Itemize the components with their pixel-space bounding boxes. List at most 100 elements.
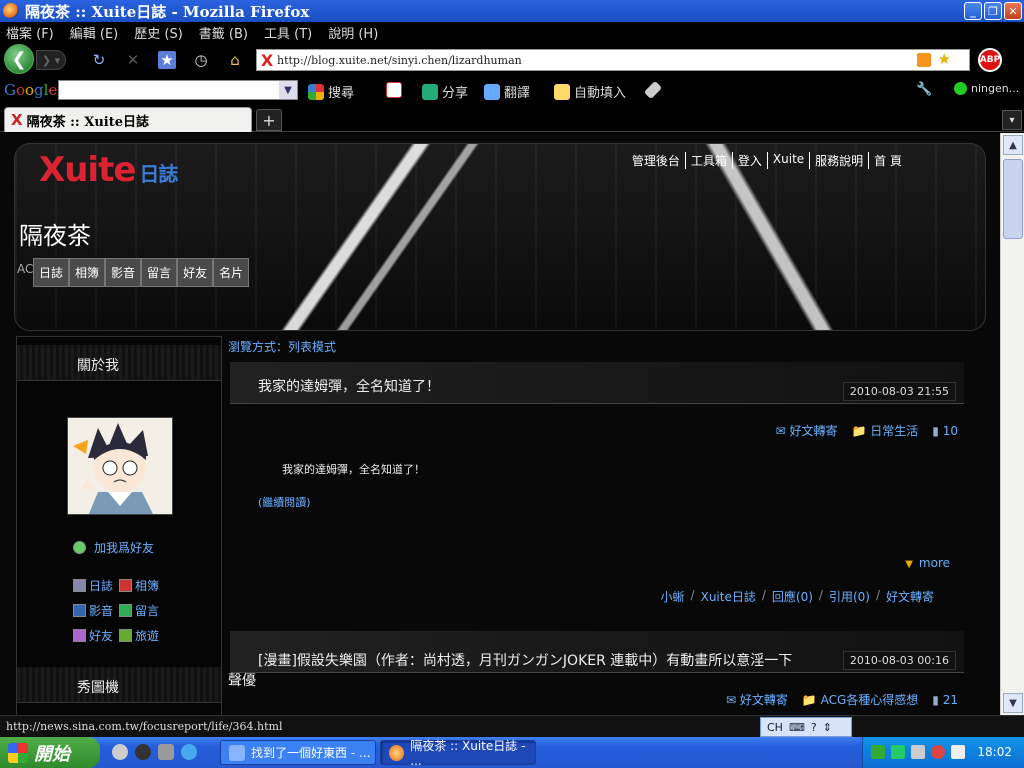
ime-options-icon[interactable]: ⇕: [823, 721, 832, 734]
history-clock-icon[interactable]: ◷: [192, 51, 210, 69]
blog-tab-card[interactable]: 名片: [213, 258, 250, 287]
view-mode-link[interactable]: 瀏覽方式：列表模式: [228, 338, 336, 355]
start-button[interactable]: 開始: [0, 737, 100, 768]
menu-file[interactable]: 檔案 (F): [6, 23, 54, 42]
sidebar-link-album[interactable]: 相簿: [119, 577, 165, 594]
address-bar[interactable]: X ★: [256, 49, 970, 71]
gmail-button[interactable]: [386, 82, 402, 98]
post1-read-more-link[interactable]: (繼續閱讀): [258, 494, 311, 510]
about-heading-bar: 關於我: [17, 345, 221, 381]
google-search-input[interactable]: ▼: [58, 80, 298, 100]
post1-category-link[interactable]: 📁 日常生活: [852, 422, 919, 439]
quicklaunch-utility-icon[interactable]: [158, 744, 174, 760]
media-player-icon[interactable]: [112, 744, 128, 760]
post1-author-link[interactable]: 小蜥: [661, 588, 685, 605]
google-search-button[interactable]: 搜尋: [308, 82, 354, 101]
nav-toolbox[interactable]: 工具箱: [684, 152, 732, 169]
url-input[interactable]: [277, 53, 897, 67]
blog-tab-video[interactable]: 影音: [105, 258, 142, 287]
sidebar-link-travel[interactable]: 旅遊: [119, 627, 165, 644]
blog-title[interactable]: 隔夜茶: [19, 216, 91, 251]
scroll-thumb[interactable]: [1003, 159, 1023, 239]
xuite-logo[interactable]: Xuite 日誌: [39, 150, 178, 190]
minimize-button[interactable]: _: [964, 2, 982, 20]
menu-tools[interactable]: 工具 (T): [264, 23, 312, 42]
post2-title-extra[interactable]: 聲優: [228, 670, 256, 690]
post2-view-count: ▮ 21: [932, 692, 958, 707]
home-icon[interactable]: ⌂: [226, 51, 244, 69]
sidebar-link-friends[interactable]: 好友: [73, 627, 119, 644]
sidebar-link-video[interactable]: 影音: [73, 602, 119, 619]
translate-button[interactable]: 翻譯: [484, 82, 530, 101]
post1-header: 我家的達姆彈，全名知道了！ 2010-08-03 21:55: [230, 362, 964, 404]
menu-edit[interactable]: 編輯 (E): [70, 23, 119, 42]
quicklaunch-app-icon[interactable]: [135, 744, 151, 760]
nav-help[interactable]: 服務說明: [809, 152, 868, 169]
logo-sub: 日誌: [139, 162, 178, 186]
post2-category-link[interactable]: 📁 ACG各種心得感想: [802, 691, 918, 708]
ie-icon[interactable]: [181, 744, 197, 760]
tray-volume-icon[interactable]: [951, 745, 965, 759]
bookmark-star-icon[interactable]: ★: [158, 51, 176, 69]
rss-feed-icon[interactable]: [917, 53, 931, 67]
post1-trackback-link[interactable]: 引用(0): [829, 588, 870, 605]
post1-title[interactable]: 我家的達姆彈，全名知道了！: [258, 376, 440, 396]
post2-title[interactable]: [漫畫]假設失樂園（作者：尚村透，月刊ガンガンJOKER 連載中）有動畫所以意淫…: [258, 650, 838, 670]
language-bar[interactable]: CH ⌨ ? ⇕: [760, 717, 852, 737]
autofill-button[interactable]: 自動填入: [554, 82, 626, 101]
nav-home[interactable]: 首 頁: [868, 152, 907, 169]
task-button-2[interactable]: 隔夜茶 :: Xuite日誌 - ...: [380, 739, 536, 768]
status-bar: http://news.sina.com.tw/focusreport/life…: [0, 715, 1024, 737]
post1-more-link[interactable]: ▼ more: [905, 556, 950, 570]
nav-xuite[interactable]: Xuite: [766, 152, 809, 169]
tray-app-icon[interactable]: [891, 745, 905, 759]
stop-icon[interactable]: ✕: [124, 51, 142, 69]
toolbar-settings-button[interactable]: 🔧: [916, 82, 932, 97]
menu-history[interactable]: 歷史 (S): [134, 23, 183, 42]
new-tab-button[interactable]: +: [256, 109, 282, 131]
close-button[interactable]: ✕: [1004, 2, 1022, 20]
restore-button[interactable]: ❐: [984, 2, 1002, 20]
menu-help[interactable]: 說明 (H): [328, 23, 378, 42]
blog-tab-diary[interactable]: 日誌: [33, 258, 70, 287]
back-button[interactable]: ❮: [4, 44, 34, 74]
post1-replies-link[interactable]: 回應(0): [772, 588, 813, 605]
forward-button[interactable]: ❯ ▾: [36, 50, 66, 70]
tray-network-icon[interactable]: [871, 745, 885, 759]
sidebar-link-guestbook[interactable]: 留言: [119, 602, 165, 619]
tab-blog[interactable]: X 隔夜茶 :: Xuite日誌: [4, 107, 252, 132]
post1-forward-link[interactable]: 好文轉寄: [886, 588, 934, 605]
vertical-scrollbar[interactable]: ▲ ▼: [1000, 133, 1024, 715]
menu-bookmarks[interactable]: 書籤 (B): [199, 23, 248, 42]
more-arrow-icon: ▼: [905, 559, 913, 570]
task-button-1[interactable]: 找到了一個好東西 - ...: [220, 740, 376, 765]
sidebar-link-diary[interactable]: 日誌: [73, 577, 119, 594]
share-button[interactable]: 分享: [422, 82, 468, 101]
post1-share-link[interactable]: ✉ 好文轉寄: [776, 422, 838, 439]
keyboard-icon[interactable]: ⌨: [789, 721, 805, 734]
tray-utility-icon[interactable]: [911, 745, 925, 759]
reload-icon[interactable]: ↻: [90, 51, 108, 69]
blog-subtitle: AC: [17, 262, 34, 276]
clock[interactable]: 18:02: [977, 745, 1012, 759]
eraser-button[interactable]: [643, 80, 663, 100]
blog-tab-friends[interactable]: 好友: [177, 258, 214, 287]
blog-tab-album[interactable]: 相簿: [69, 258, 106, 287]
tray-security-icon[interactable]: [931, 745, 945, 759]
search-dropdown-icon[interactable]: ▼: [279, 81, 297, 99]
blog-tab-guestbook[interactable]: 留言: [141, 258, 178, 287]
tab-list-button[interactable]: ▾: [1002, 110, 1022, 130]
ime-help-icon[interactable]: ?: [811, 721, 817, 734]
bookmark-page-star-icon[interactable]: ★: [938, 50, 951, 68]
scroll-down-button[interactable]: ▼: [1003, 693, 1023, 713]
adblock-plus-icon[interactable]: ABP: [978, 48, 1002, 72]
avatar[interactable]: [67, 417, 173, 515]
add-friend-link[interactable]: 加我爲好友: [73, 539, 154, 556]
google-account-button[interactable]: ningen...: [954, 82, 1019, 95]
post2-share-link[interactable]: ✉ 好文轉寄: [726, 691, 788, 708]
post1-xuite-link[interactable]: Xuite日誌: [701, 588, 756, 605]
nav-admin[interactable]: 管理後台: [627, 152, 685, 169]
guestbook-icon: [119, 604, 132, 617]
scroll-up-button[interactable]: ▲: [1003, 135, 1023, 155]
nav-login[interactable]: 登入: [731, 152, 767, 169]
